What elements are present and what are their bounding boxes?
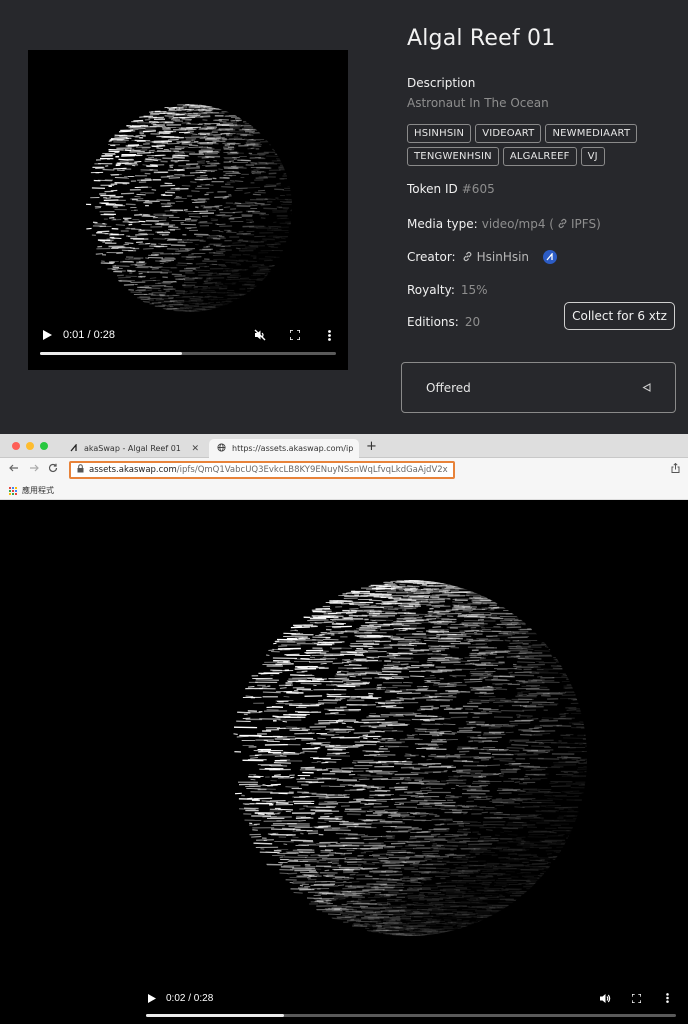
description-heading: Description xyxy=(407,76,475,90)
offered-dropdown[interactable]: Offered xyxy=(401,362,676,413)
globe-icon xyxy=(217,443,226,454)
artwork-title: Algal Reef 01 xyxy=(407,26,556,51)
reload-icon[interactable] xyxy=(48,463,58,476)
tab-bar: akaSwap - Algal Reef 01 ✕ https://assets… xyxy=(0,434,688,458)
royalty-row: Royalty: 15% xyxy=(407,283,488,297)
tag-chip[interactable]: ALGALREEF xyxy=(502,147,577,166)
creator-row: Creator: HsinHsin xyxy=(407,247,558,266)
editions-value: 20 xyxy=(464,315,481,329)
fullscreen-icon[interactable] xyxy=(629,993,643,1003)
more-options-icon[interactable] xyxy=(324,329,334,341)
artwork-video-player[interactable]: 0:01 / 0:28 xyxy=(28,50,348,370)
apps-grid-icon[interactable] xyxy=(9,486,17,495)
fullpage-video-player[interactable]: 0:02 / 0:28 xyxy=(0,500,688,1024)
akaswap-favicon-icon xyxy=(70,442,78,454)
forward-arrow-icon[interactable] xyxy=(29,463,39,476)
address-bar[interactable]: assets.akaswap.com/ipfs/QmQ1VabcUQ3EvkcL… xyxy=(69,461,455,479)
back-arrow-icon[interactable] xyxy=(9,463,19,476)
nft-detail-panel: 0:01 / 0:28 Algal Reef 01 Description As… xyxy=(0,0,688,434)
collect-button[interactable]: Collect for 6 xtz xyxy=(564,302,675,330)
editions-row: Editions: 20 xyxy=(407,315,480,329)
tag-chip[interactable]: VIDEOART xyxy=(475,124,542,143)
ipfs-link[interactable]: IPFS) xyxy=(571,217,601,231)
tab-akaswap[interactable]: akaSwap - Algal Reef 01 ✕ xyxy=(62,439,207,458)
description-label: Description xyxy=(407,76,476,90)
video-progress-fill xyxy=(146,1014,284,1017)
video-controls: 0:02 / 0:28 xyxy=(146,989,676,1007)
new-tab-icon[interactable]: + xyxy=(366,439,377,454)
sphere-artwork-large xyxy=(233,580,587,936)
tab-assets[interactable]: https://assets.akaswap.com/ip ✕ xyxy=(209,439,359,458)
video-progress-bar[interactable] xyxy=(40,352,336,355)
description-text: Astronaut In The Ocean xyxy=(407,96,549,110)
apps-bookmark[interactable]: 應用程式 xyxy=(22,485,54,496)
tag-chip[interactable]: NEWMEDIAART xyxy=(545,124,638,143)
tag-list: HSINHSIN VIDEOART NEWMEDIAART TENGWENHSIN AL… xyxy=(407,124,647,166)
browser-window: akaSwap - Algal Reef 01 ✕ https://assets… xyxy=(0,434,688,1024)
tag-chip[interactable]: HSINHSIN xyxy=(407,124,472,143)
fullscreen-icon[interactable] xyxy=(288,330,302,340)
token-id-value: #605 xyxy=(461,182,495,196)
tab-title: akaSwap - Algal Reef 01 xyxy=(84,444,181,453)
offered-label: Offered xyxy=(426,380,471,395)
video-progress-fill xyxy=(40,352,183,355)
close-tab-icon[interactable]: ✕ xyxy=(191,444,199,454)
token-id-row: Token ID #605 xyxy=(407,182,495,196)
video-time: 0:01 / 0:28 xyxy=(63,329,115,341)
sphere-artwork xyxy=(85,104,292,312)
link-icon xyxy=(462,247,473,266)
media-type-label: Media type: xyxy=(407,216,478,231)
bookmarks-bar: 應用程式 xyxy=(0,482,688,500)
video-time: 0:02 / 0:28 xyxy=(166,992,214,1004)
royalty-value: 15% xyxy=(460,283,488,297)
lock-icon xyxy=(77,464,84,476)
editions-label: Editions: xyxy=(407,315,459,329)
video-progress-bar[interactable] xyxy=(146,1014,676,1017)
akaswap-badge-icon xyxy=(543,249,558,264)
chevron-left-icon xyxy=(642,381,651,395)
link-icon xyxy=(557,214,568,233)
media-type-row: Media type: video/mp4 ( IPFS) xyxy=(407,214,601,233)
tab-title: https://assets.akaswap.com/ip xyxy=(232,444,354,453)
minimize-window-button[interactable] xyxy=(26,442,34,450)
browser-toolbar: assets.akaswap.com/ipfs/QmQ1VabcUQ3EvkcL… xyxy=(0,458,688,482)
tag-chip[interactable]: TENGWENHSIN xyxy=(407,147,499,166)
url-path: /ipfs/QmQ1VabcUQ3EvkcLB8KY9ENuyNSsnWqLfv… xyxy=(176,465,448,475)
royalty-label: Royalty: xyxy=(407,283,455,297)
token-id-label: Token ID xyxy=(407,182,458,196)
maximize-window-button[interactable] xyxy=(40,442,48,450)
media-type-value: video/mp4 ( xyxy=(481,216,554,231)
share-icon[interactable] xyxy=(671,462,680,476)
video-controls: 0:01 / 0:28 xyxy=(40,326,336,344)
volume-icon[interactable] xyxy=(598,993,612,1004)
more-options-icon[interactable] xyxy=(662,993,672,1003)
url-host: assets.akaswap.com xyxy=(89,465,177,475)
play-icon[interactable] xyxy=(146,993,158,1003)
tag-chip[interactable]: VJ xyxy=(580,147,605,166)
mute-icon[interactable] xyxy=(253,329,267,341)
play-icon[interactable] xyxy=(40,330,54,340)
close-window-button[interactable] xyxy=(12,442,20,450)
creator-link[interactable]: HsinHsin xyxy=(477,250,529,264)
creator-label: Creator: xyxy=(407,249,456,264)
description-row: Astronaut In The Ocean xyxy=(407,96,549,110)
